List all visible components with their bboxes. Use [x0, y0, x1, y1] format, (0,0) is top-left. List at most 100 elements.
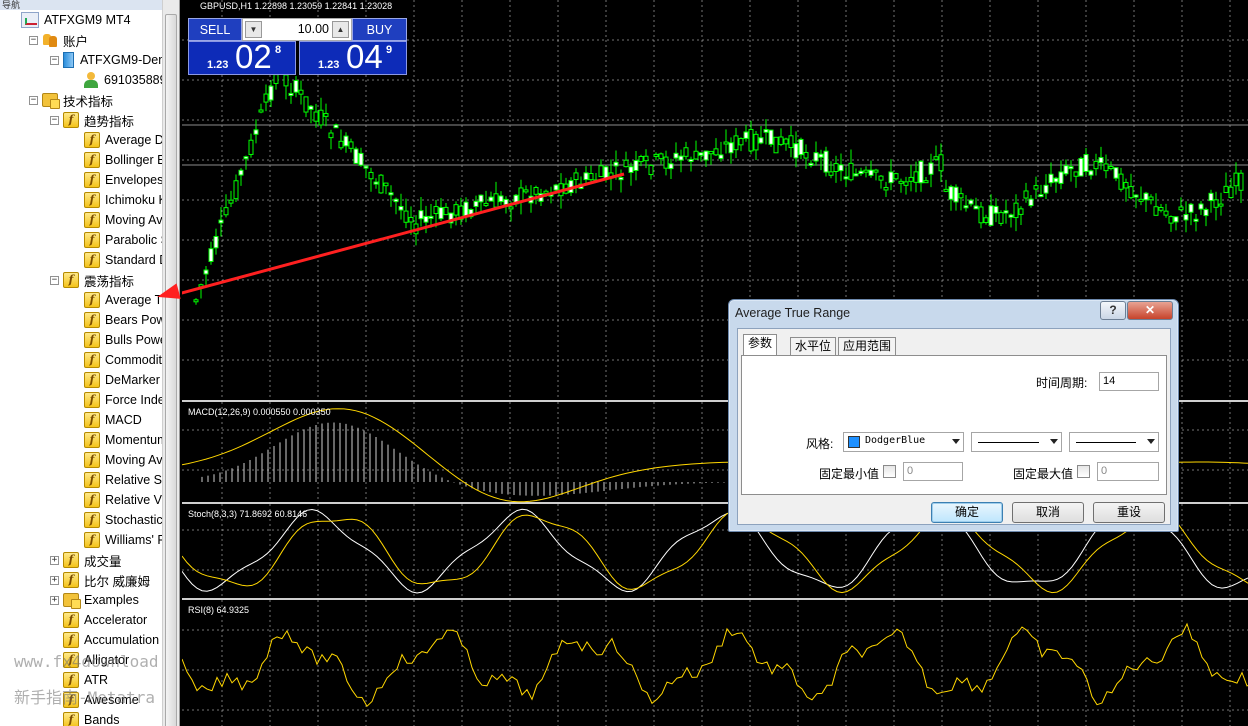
tree-item[interactable]: + Examples: [50, 590, 139, 610]
tree-item[interactable]: f Relative Stre: [71, 470, 177, 490]
close-icon[interactable]: ✕: [1127, 301, 1173, 320]
tree-item[interactable]: − f 震荡指标: [50, 270, 134, 290]
candle-body: [1108, 166, 1114, 170]
candle-body: [423, 215, 429, 223]
navigator-scrollbar[interactable]: [162, 0, 179, 726]
tree-item[interactable]: + f 比尔 威廉姆: [50, 570, 150, 590]
tree-item[interactable]: − ATFXGM9-Demo: [50, 50, 176, 70]
candle-body: [1238, 172, 1244, 191]
candle-body: [998, 212, 1004, 224]
candle-body: [1128, 186, 1134, 199]
one-click-trading-panel: SELL ▼ 10.00 ▲ BUY 1.23 02 8 1.23 04 9: [188, 18, 407, 75]
tree-item[interactable]: f Bears Power: [71, 310, 177, 330]
indicator-icon: f: [84, 432, 100, 448]
tree-item[interactable]: f Moving Aver: [71, 210, 174, 230]
candle-body: [708, 150, 714, 155]
candle-body: [313, 111, 319, 122]
candle-body: [1073, 171, 1079, 177]
period-input[interactable]: 14: [1099, 372, 1159, 391]
tree-item[interactable]: f Momentum: [71, 430, 168, 450]
tab-levels[interactable]: 水平位: [790, 337, 837, 355]
cancel-button[interactable]: 取消: [1012, 502, 1084, 523]
candle-body: [583, 172, 589, 181]
candle-body: [498, 195, 504, 203]
chevron-down-icon: [952, 439, 960, 444]
tree-item[interactable]: f Accelerator: [50, 610, 147, 630]
expand-icon[interactable]: +: [50, 595, 59, 605]
tree-item[interactable]: f Ichimoku Kin: [71, 190, 177, 210]
candle-body: [213, 235, 219, 249]
lot-decrease-icon[interactable]: ▼: [245, 21, 262, 38]
tree-item[interactable]: f MACD: [71, 410, 142, 430]
candle-body: [1178, 206, 1184, 211]
expand-icon[interactable]: +: [50, 555, 59, 565]
fixed-max-input[interactable]: 0: [1097, 462, 1159, 481]
style-label: 风格:: [806, 437, 834, 451]
fixed-min-checkbox[interactable]: [883, 465, 896, 478]
tree-item[interactable]: − 技术指标: [29, 90, 113, 110]
candle-body: [808, 162, 814, 166]
tree-item[interactable]: f Stochastic O: [71, 510, 176, 530]
tab-visualization[interactable]: 应用范围: [838, 337, 897, 355]
candle-body: [993, 205, 999, 214]
reset-button[interactable]: 重设: [1093, 502, 1165, 523]
candle-body: [323, 113, 329, 117]
candle-body: [748, 128, 754, 152]
tree-item[interactable]: ATFXGM9 MT4: [8, 10, 131, 30]
chevron-down-icon: [1050, 439, 1058, 444]
candle-body: [933, 156, 939, 160]
candle-body: [398, 205, 404, 211]
color-select[interactable]: DodgerBlue: [843, 432, 964, 452]
tree-item[interactable]: f Envelopes: [71, 170, 163, 190]
tab-parameters[interactable]: 参数: [743, 334, 778, 356]
collapse-icon[interactable]: −: [50, 55, 59, 65]
collapse-icon[interactable]: −: [50, 275, 59, 285]
tree-item-label: ATFXGM9 MT4: [44, 13, 131, 27]
tree-item[interactable]: f Bands: [50, 710, 119, 726]
tree-item[interactable]: − 账户: [29, 30, 88, 50]
candle-body: [688, 158, 694, 162]
tree-item[interactable]: f Standard De: [71, 250, 175, 270]
tree-item[interactable]: f Force Index: [71, 390, 171, 410]
expand-icon[interactable]: +: [50, 575, 59, 585]
candle-body: [1113, 167, 1119, 179]
indicator-icon: f: [63, 272, 79, 288]
buy-price[interactable]: 1.23 04 9: [299, 40, 407, 75]
tree-item[interactable]: − f 趋势指标: [50, 110, 134, 130]
fixed-max-label: 固定最大值: [1013, 467, 1074, 481]
ok-button[interactable]: 确定: [931, 502, 1003, 523]
tree-item[interactable]: f Bulls Power: [71, 330, 171, 350]
fixed-max-checkbox[interactable]: [1077, 465, 1090, 478]
tree-item-label: Envelopes: [105, 173, 164, 187]
line-width-select[interactable]: [1069, 432, 1159, 452]
scrollbar-thumb[interactable]: [165, 14, 177, 726]
candle-body: [238, 169, 244, 176]
lot-increase-icon[interactable]: ▲: [332, 21, 349, 38]
tree-item[interactable]: f Accumulation: [50, 630, 159, 650]
tree-item[interactable]: f Bollinger Ba: [71, 150, 172, 170]
tree-item[interactable]: + f 成交量: [50, 550, 122, 570]
sell-button[interactable]: SELL: [188, 18, 242, 41]
tree-item-label: Examples: [84, 593, 139, 607]
lot-value[interactable]: 10.00: [263, 19, 329, 40]
sell-price[interactable]: 1.23 02 8: [188, 40, 296, 75]
collapse-icon[interactable]: −: [50, 115, 59, 125]
tree-item[interactable]: f Williams' Per: [71, 530, 177, 550]
collapse-icon[interactable]: −: [29, 95, 38, 105]
candle-body: [473, 200, 479, 207]
tree-item[interactable]: f DeMarker: [71, 370, 160, 390]
candle-body: [963, 205, 969, 209]
candle-body: [983, 217, 989, 224]
candle-body: [613, 161, 619, 167]
line-style-select[interactable]: [971, 432, 1062, 452]
fixed-min-input[interactable]: 0: [903, 462, 963, 481]
tree-item[interactable]: f Commodity: [71, 350, 168, 370]
candle-body: [823, 150, 829, 173]
tree-item[interactable]: f Moving Aver: [71, 450, 174, 470]
candle-body: [733, 135, 739, 151]
candle-body: [803, 151, 809, 159]
candle-body: [833, 163, 839, 172]
help-button[interactable]: ?: [1100, 301, 1126, 320]
candle-body: [638, 155, 644, 163]
collapse-icon[interactable]: −: [29, 35, 38, 45]
